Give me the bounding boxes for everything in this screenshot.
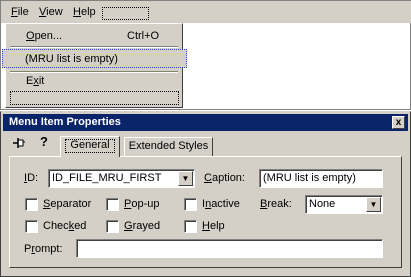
popup-checkbox[interactable]	[106, 198, 119, 211]
chevron-down-icon: ▼	[369, 200, 378, 209]
chevron-down-icon: ▼	[181, 174, 190, 183]
id-combobox[interactable]: ID_FILE_MRU_FIRST ▼	[48, 169, 195, 188]
new-menu-placeholder[interactable]	[102, 7, 149, 20]
help-icon[interactable]: ?	[40, 135, 50, 149]
tab-extended-styles[interactable]: Extended Styles	[124, 137, 213, 157]
grayed-label: Grayed	[124, 220, 161, 232]
caption-value: (MRU list is empty)	[263, 172, 356, 184]
menu-item-properties-dialog: Menu Item Properties x ? General Extende…	[0, 111, 411, 277]
close-icon: x	[395, 117, 402, 128]
menu-item-open[interactable]: Open...	[26, 30, 62, 42]
pin-icon[interactable]	[12, 137, 26, 149]
break-dropdown-button[interactable]: ▼	[366, 197, 381, 212]
prompt-input[interactable]	[76, 239, 383, 258]
id-dropdown-button[interactable]: ▼	[178, 171, 193, 186]
popup-label: Pop-up	[124, 198, 160, 210]
caption-label: Caption:	[204, 172, 245, 184]
menu-separator	[10, 71, 178, 73]
checked-checkbox[interactable]	[25, 220, 38, 233]
menu-item-exit[interactable]: Exit	[26, 75, 44, 87]
inactive-checkbox[interactable]	[184, 198, 197, 211]
prompt-label: Prompt:	[24, 243, 63, 255]
menu-editor: File View Help Open... Ctrl+O (MRU list …	[0, 0, 411, 110]
break-value: None	[309, 198, 336, 210]
break-label: Break:	[260, 198, 292, 210]
id-value: ID_FILE_MRU_FIRST	[52, 172, 162, 184]
caption-input[interactable]: (MRU list is empty)	[259, 169, 383, 188]
dialog-title: Menu Item Properties	[9, 116, 121, 128]
inactive-label: Inactive	[202, 198, 240, 210]
separator-checkbox[interactable]	[25, 198, 38, 211]
general-tab-panel: ID: ID_FILE_MRU_FIRST ▼ Caption: (MRU li…	[9, 156, 402, 268]
grayed-checkbox[interactable]	[106, 220, 119, 233]
break-combobox[interactable]: None ▼	[305, 195, 383, 214]
new-menu-item-placeholder[interactable]	[10, 91, 179, 105]
tab-extended-styles-label: Extended Styles	[128, 140, 209, 152]
checked-label: Checked	[43, 220, 87, 232]
tab-general[interactable]: General	[60, 136, 120, 157]
help-checkbox[interactable]	[184, 220, 197, 233]
menu-item-mru-label: (MRU list is empty)	[25, 53, 118, 65]
menu-item-open-shortcut: Ctrl+O	[127, 30, 160, 42]
separator-label: Separator	[43, 198, 92, 210]
help-label: Help	[202, 220, 225, 232]
file-dropdown-menu: Open... Ctrl+O (MRU list is empty) Exit	[2, 23, 187, 108]
id-label: ID:	[24, 172, 39, 184]
menu-file[interactable]: File	[11, 6, 29, 18]
menu-help[interactable]: Help	[73, 6, 96, 18]
close-button[interactable]: x	[392, 116, 405, 129]
menu-separator	[10, 46, 178, 48]
menu-item-mru-selected[interactable]: (MRU list is empty)	[2, 49, 187, 68]
menu-bar: File View Help	[1, 1, 411, 23]
dialog-title-bar[interactable]: Menu Item Properties x	[3, 114, 408, 131]
tab-focus-rect	[65, 139, 115, 153]
menu-view[interactable]: View	[39, 6, 63, 18]
